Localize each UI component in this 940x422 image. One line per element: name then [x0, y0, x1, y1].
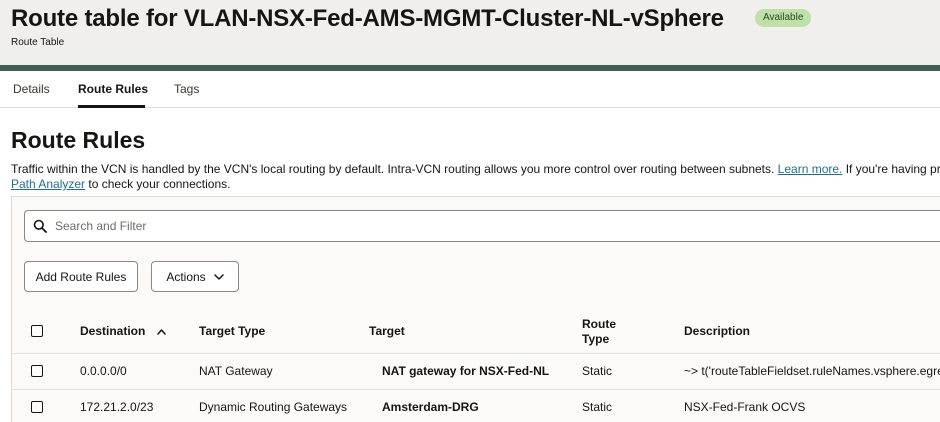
page-title: Route table for VLAN-NSX-Fed-AMS-MGMT-Cl… [11, 5, 724, 32]
tab-route-rules[interactable]: Route Rules [78, 82, 148, 96]
cell-route-type: Static [582, 400, 613, 414]
select-all-checkbox[interactable] [31, 325, 43, 337]
chevron-down-icon [213, 273, 224, 280]
section-title: Route Rules [11, 127, 146, 153]
column-header-route-type: Route Type [582, 317, 616, 347]
path-analyzer-link[interactable]: Path Analyzer [11, 177, 85, 191]
description-text-cont: If you're having pr [842, 162, 940, 176]
page-subtitle: Route Table [11, 37, 65, 48]
cell-route-type: Static [582, 364, 613, 378]
column-header-destination[interactable]: Destination [80, 324, 166, 338]
section-description: Traffic within the VCN is handled by the… [11, 162, 940, 192]
description-text: Traffic within the VCN is handled by the… [11, 162, 778, 176]
cell-destination: 0.0.0.0/0 [80, 364, 127, 378]
tab-tags[interactable]: Tags [174, 82, 199, 96]
column-header-route-type-line2: Type [582, 332, 610, 346]
cell-destination: 172.21.2.0/23 [80, 400, 154, 414]
actions-dropdown-button[interactable]: Actions [151, 261, 239, 292]
column-header-route-type-line1: Route [582, 317, 616, 331]
row-checkbox[interactable] [31, 365, 43, 377]
cell-target: NAT gateway for NSX-Fed-NL [382, 364, 550, 378]
column-header-description: Description [684, 324, 751, 338]
add-route-rules-label: Add Route Rules [35, 269, 127, 284]
active-tab-indicator [78, 105, 145, 108]
cell-target-type: Dynamic Routing Gateways [199, 400, 348, 414]
page-header: Route table for VLAN-NSX-Fed-AMS-MGMT-Cl… [0, 0, 940, 65]
description-text-end: to check your connections. [85, 177, 231, 191]
add-route-rules-button[interactable]: Add Route Rules [24, 261, 138, 292]
sort-ascending-icon [156, 329, 166, 335]
cell-target-type: NAT Gateway [199, 364, 273, 378]
column-header-target: Target [369, 324, 405, 338]
column-header-destination-label: Destination [80, 324, 146, 338]
cell-description: ~> t('routeTableFieldset.ruleNames.vsphe… [684, 364, 940, 378]
actions-label: Actions [166, 269, 206, 284]
learn-more-link[interactable]: Learn more. [778, 162, 843, 176]
tab-bar: Details Route Rules Tags [0, 71, 940, 108]
search-input[interactable] [55, 215, 935, 237]
row-divider [11, 353, 940, 354]
search-box[interactable] [24, 210, 940, 242]
cell-description: NSX-Fed-Frank OCVS [684, 400, 806, 414]
status-badge: Available [755, 9, 812, 27]
search-icon [33, 219, 47, 233]
tab-details[interactable]: Details [13, 82, 50, 96]
row-divider [11, 389, 940, 390]
column-header-target-type: Target Type [199, 324, 266, 338]
row-checkbox[interactable] [31, 401, 43, 413]
cell-target: Amsterdam-DRG [382, 400, 479, 414]
